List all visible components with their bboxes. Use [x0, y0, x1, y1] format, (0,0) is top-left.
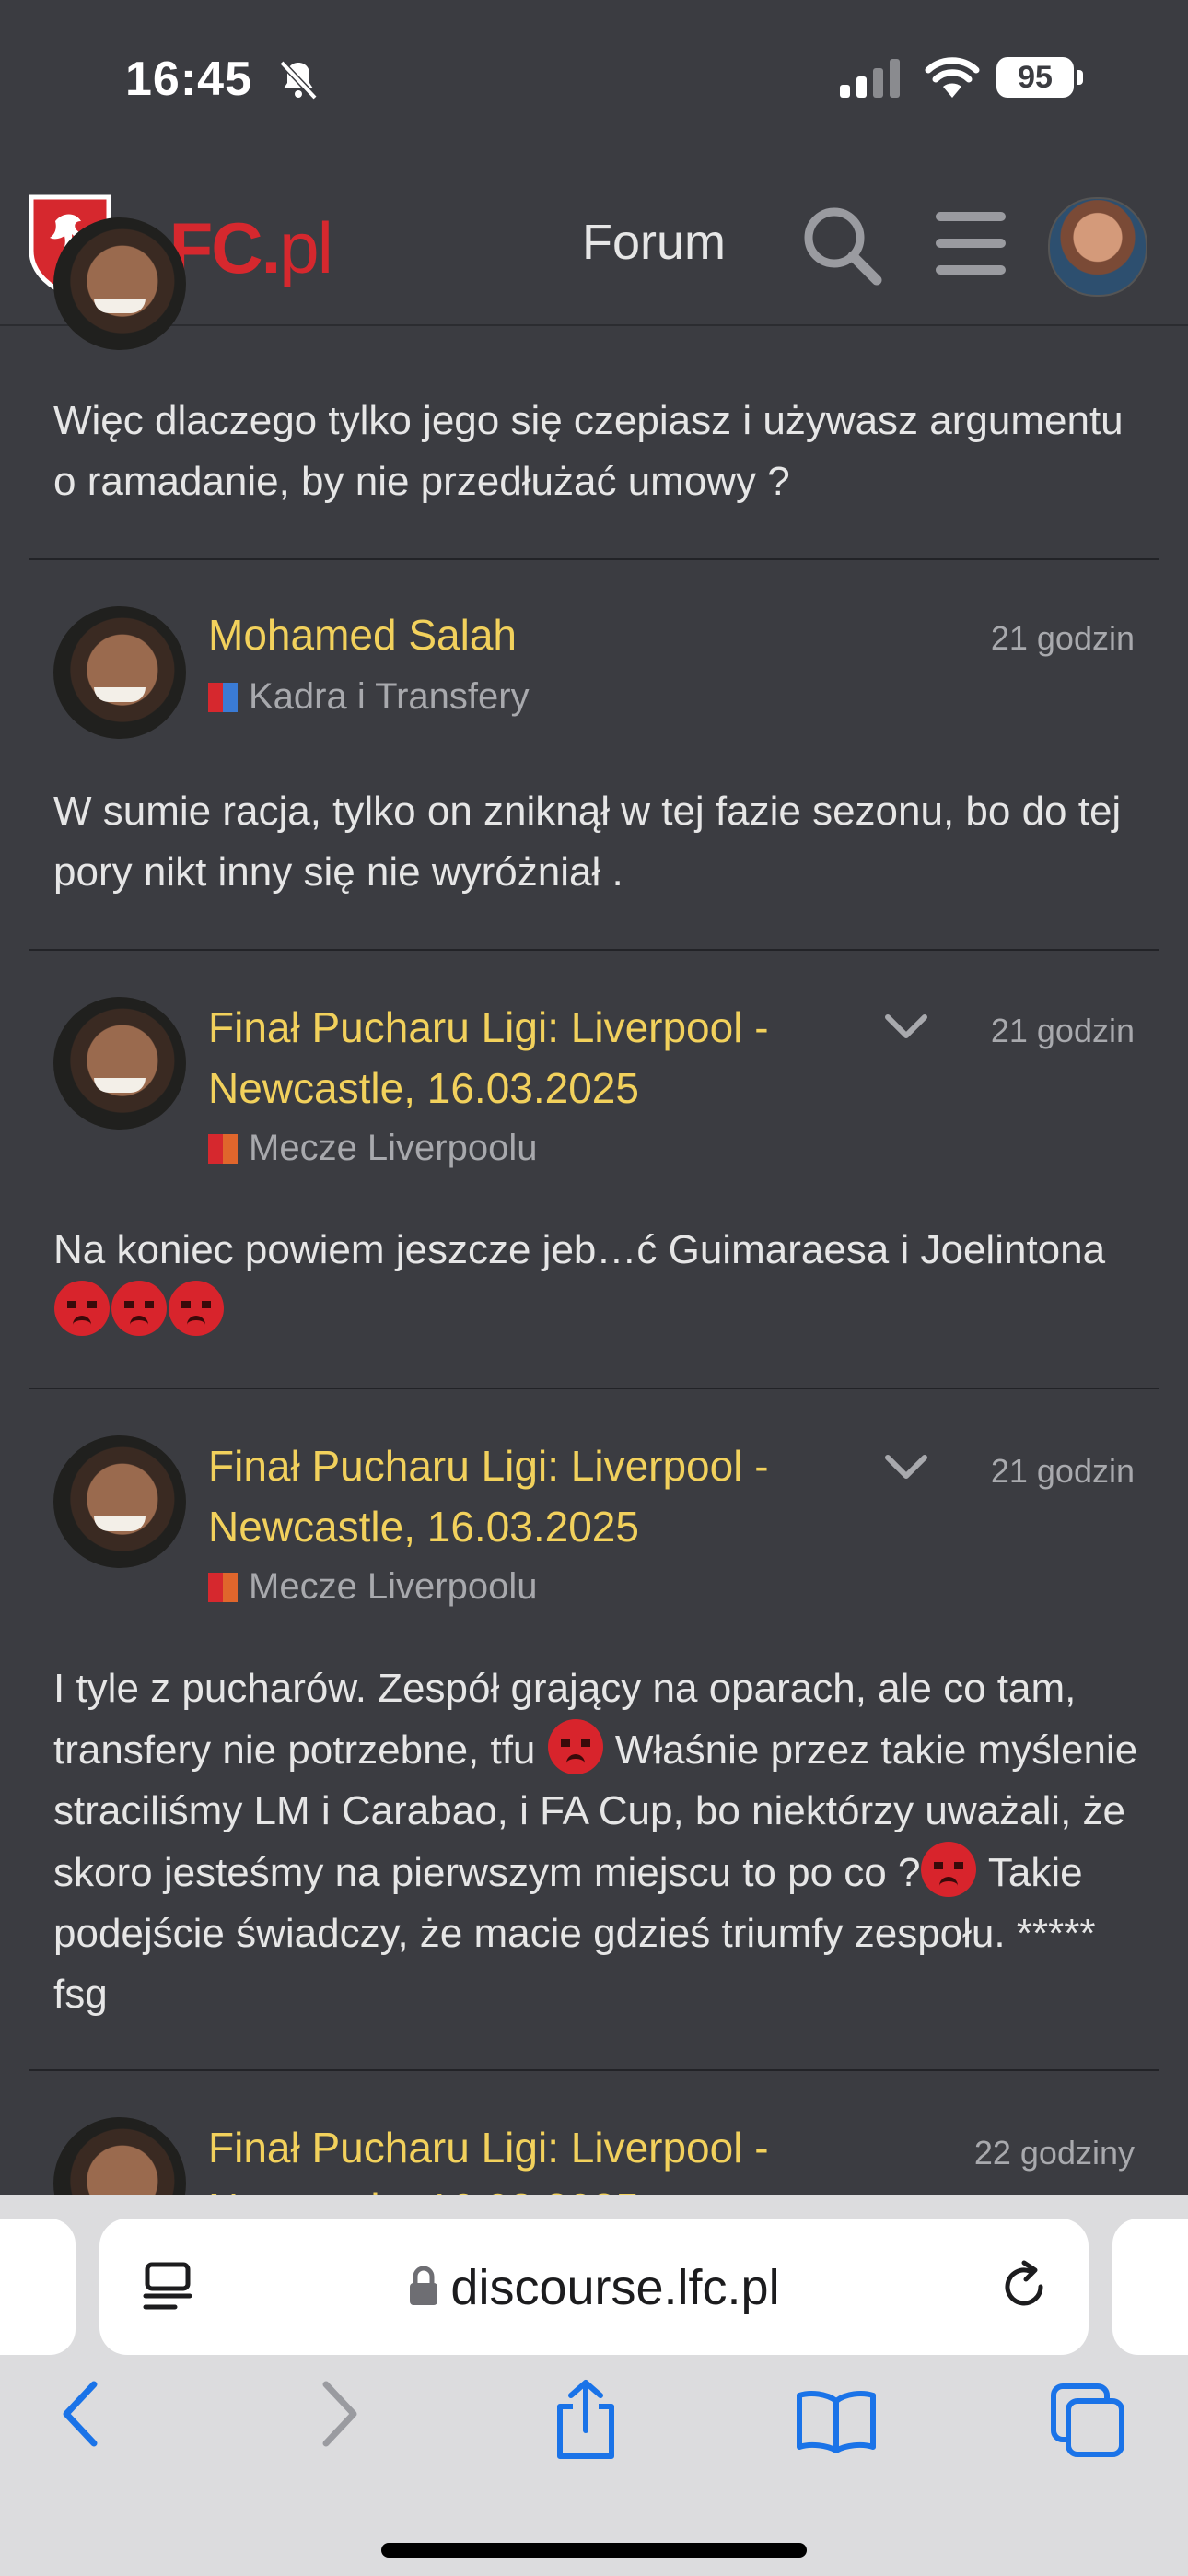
post-avatar[interactable] — [53, 997, 186, 1130]
post-divider — [29, 1388, 1159, 1389]
nav-forum-link[interactable]: Forum — [582, 214, 726, 271]
category-color-badge — [208, 1134, 238, 1164]
previous-tab-preview[interactable] — [0, 2219, 76, 2355]
reload-icon[interactable] — [996, 2259, 1052, 2314]
post-avatar[interactable] — [53, 217, 186, 350]
search-icon[interactable] — [799, 203, 884, 287]
post-time: 21 godzin — [990, 619, 1135, 657]
activity-feed: Więc dlaczego tylko jego się czepiasz i … — [0, 217, 1188, 2250]
post-divider — [29, 558, 1159, 560]
post-topic-title[interactable]: Finał Pucharu Ligi: Liverpool - Newcastl… — [208, 997, 816, 1118]
post-category[interactable]: Mecze Liverpoolu — [208, 1566, 538, 1608]
forward-icon[interactable] — [317, 2379, 363, 2449]
angry-emoji-icon — [547, 1719, 603, 1774]
post-category[interactable]: Kadra i Transfery — [208, 676, 530, 718]
angry-emoji-icon — [921, 1842, 977, 1897]
post-body: I tyle z pucharów. Zespół grający na opa… — [53, 1666, 1138, 2017]
address-bar[interactable]: discourse.lfc.pl — [99, 2219, 1089, 2355]
post-time: 22 godziny — [973, 2134, 1135, 2172]
angry-emoji-icon — [169, 1281, 224, 1336]
post-time: 21 godzin — [990, 1452, 1135, 1490]
next-tab-preview[interactable] — [1112, 2219, 1188, 2355]
post-divider — [29, 949, 1159, 951]
user-avatar[interactable] — [1048, 197, 1147, 297]
bell-muted-icon — [279, 60, 318, 100]
home-indicator[interactable] — [381, 2543, 807, 2558]
chevron-down-icon[interactable] — [884, 1013, 928, 1041]
category-color-badge — [208, 1573, 238, 1602]
post-body: W sumie racja, tylko on zniknął w tej fa… — [53, 789, 1122, 895]
post-topic-title[interactable]: Finał Pucharu Ligi: Liverpool - Newcastl… — [208, 1435, 816, 1557]
post-body: Na koniec powiem jeszcze jeb…ć Guimaraes… — [53, 1220, 1140, 1342]
status-bar: 16:45 95 — [0, 0, 1188, 166]
clock: 16:45 — [125, 53, 252, 106]
url-field[interactable]: discourse.lfc.pl — [99, 2259, 1089, 2316]
battery-tip — [1077, 70, 1083, 85]
angry-emoji-icon — [54, 1281, 110, 1336]
share-icon[interactable] — [551, 2379, 621, 2460]
post-divider — [29, 2069, 1159, 2071]
chevron-down-icon[interactable] — [884, 1454, 928, 1481]
back-icon[interactable] — [57, 2379, 103, 2449]
post-avatar[interactable] — [53, 606, 186, 739]
category-color-badge — [208, 683, 238, 712]
battery-indicator: 95 — [996, 57, 1074, 98]
tabs-icon[interactable] — [1050, 2383, 1125, 2458]
post-topic-title[interactable]: Mohamed Salah — [208, 604, 517, 665]
bookmarks-icon[interactable] — [796, 2388, 877, 2453]
wifi-icon — [925, 57, 980, 98]
post-time: 21 godzin — [990, 1012, 1135, 1049]
lock-icon — [410, 2266, 438, 2305]
angry-emoji-icon — [111, 1281, 167, 1336]
post-body: Więc dlaczego tylko jego się czepiasz i … — [53, 398, 1124, 504]
hamburger-menu-icon[interactable] — [934, 208, 1007, 278]
browser-toolbar: discourse.lfc.pl — [0, 2195, 1188, 2576]
post-category[interactable]: Mecze Liverpoolu — [208, 1128, 538, 1169]
cellular-signal-icon — [840, 59, 900, 98]
post-avatar[interactable] — [53, 1435, 186, 1568]
